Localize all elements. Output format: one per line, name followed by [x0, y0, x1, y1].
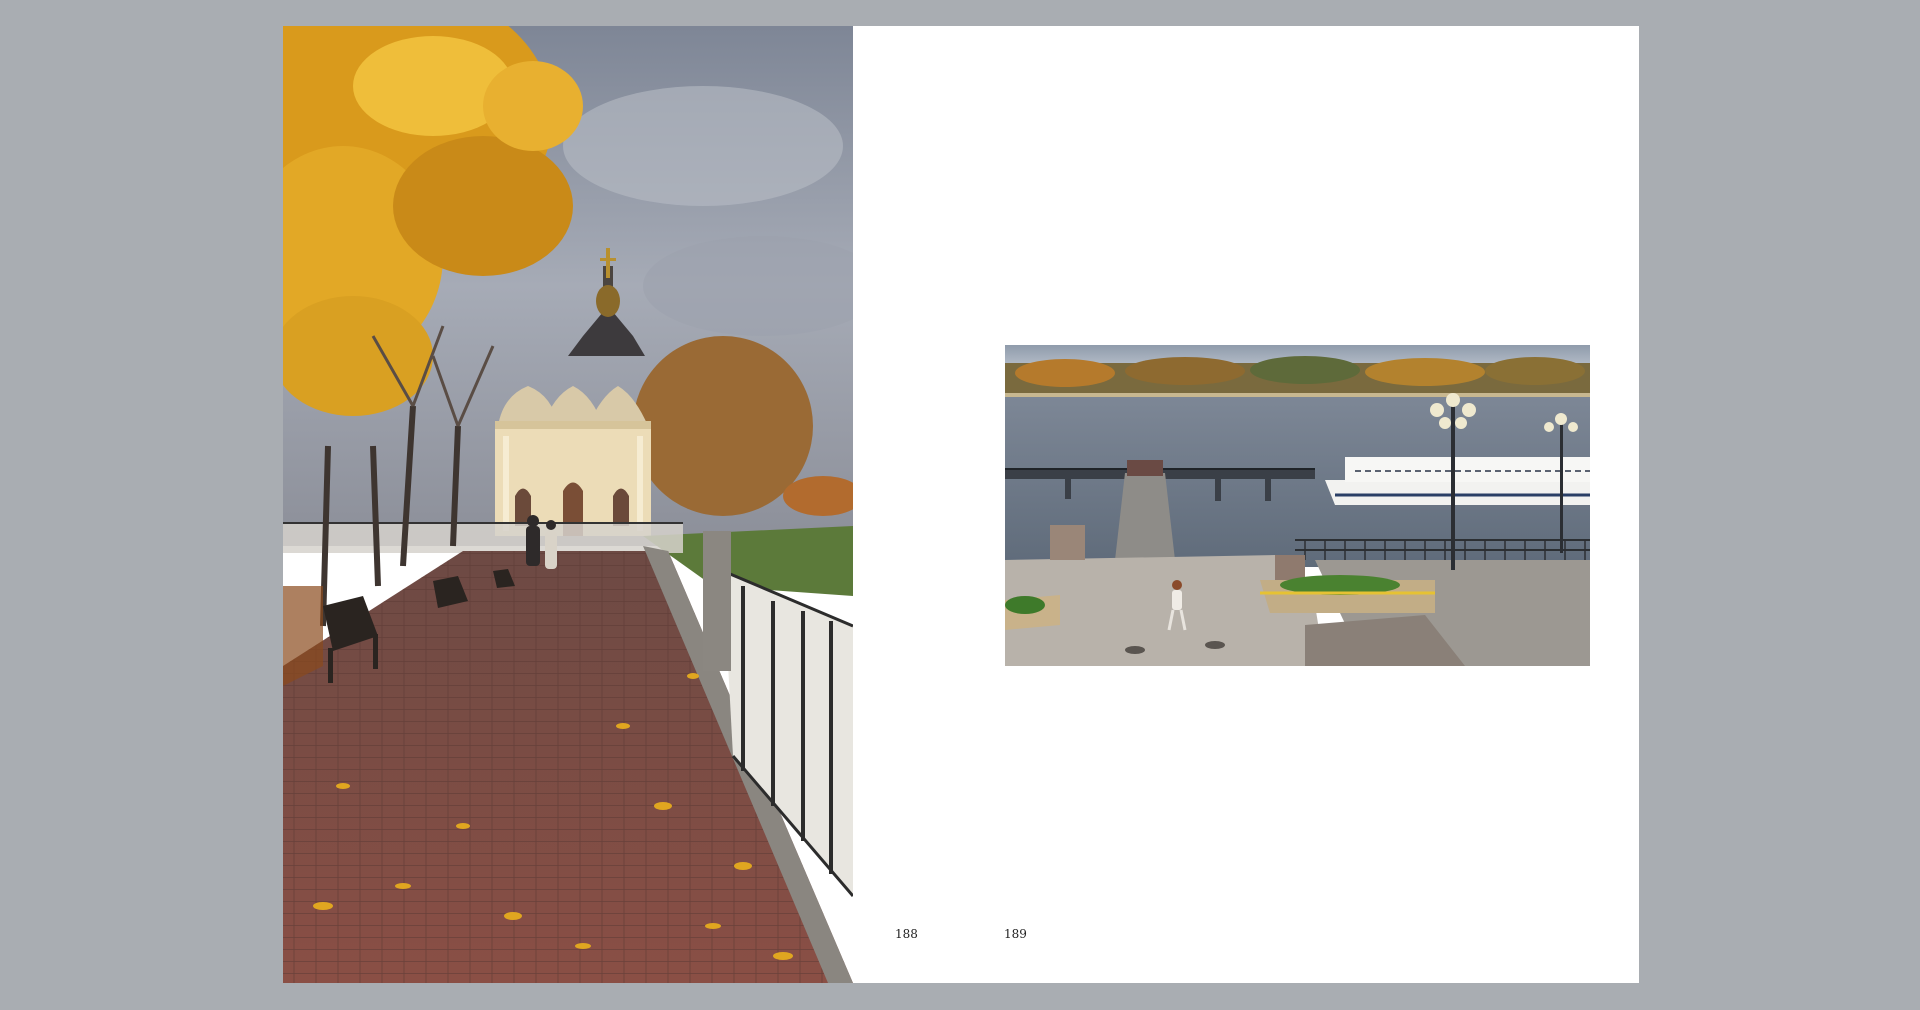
left-page: 188	[283, 26, 960, 983]
river-pier-photo	[1005, 345, 1590, 666]
embankment-photo	[283, 26, 853, 983]
river-boat	[1325, 457, 1590, 505]
right-page: 189	[960, 26, 1639, 983]
book-spread: 188 189	[283, 26, 1639, 983]
far-bank-trees	[1005, 356, 1590, 395]
page-number-right: 189	[1004, 927, 1027, 941]
page-number-left: 188	[895, 927, 918, 941]
